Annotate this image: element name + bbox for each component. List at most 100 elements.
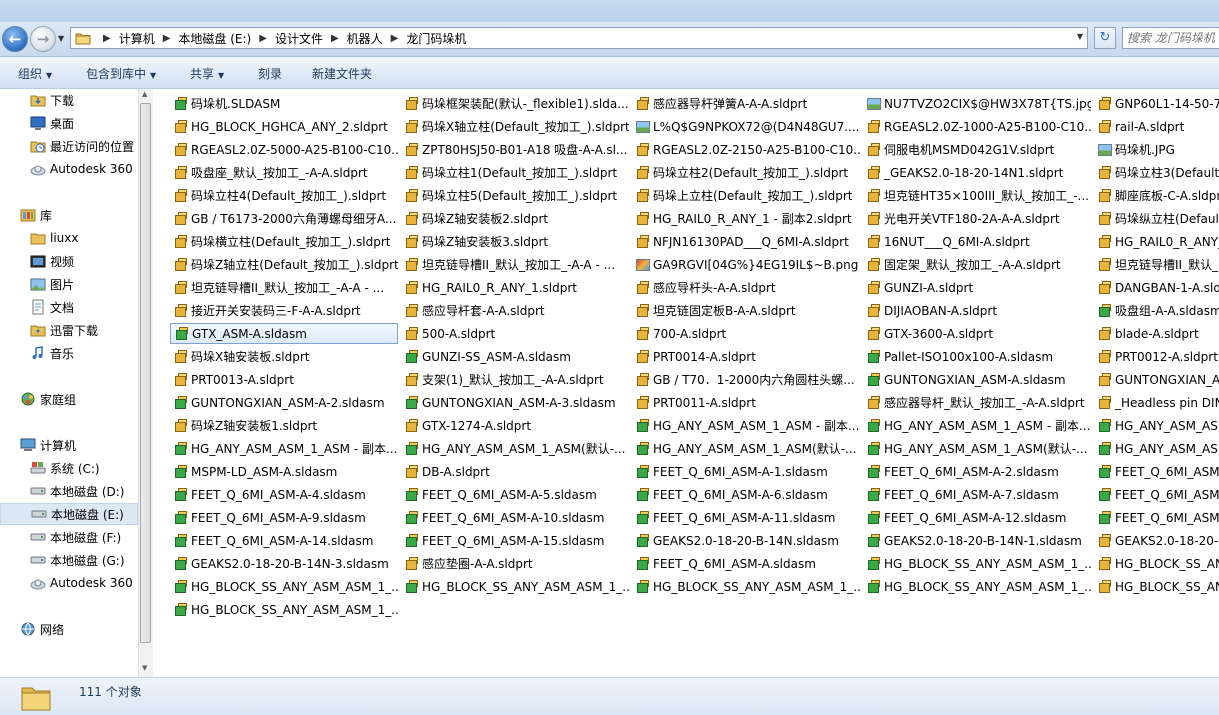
- refresh-button[interactable]: ↻: [1094, 27, 1116, 49]
- file-item[interactable]: 码垛Z轴安装板1.sldprt: [170, 415, 398, 436]
- include-in-library-menu[interactable]: 包含到库中 ▼: [86, 65, 156, 82]
- breadcrumb-separator-icon[interactable]: ▶: [331, 33, 339, 44]
- file-item[interactable]: GA9RGVI[04G%}4EG19IL$~B.png: [632, 254, 860, 275]
- file-item[interactable]: PRT0013-A.sldprt: [170, 369, 398, 390]
- file-item[interactable]: 码垛立柱5(Default_按加工_).sldprt: [401, 185, 629, 206]
- file-item[interactable]: GEAKS2.0-18-20-B-14N.sldasm: [632, 530, 860, 551]
- file-item[interactable]: 码垛上立柱(Default_按加工_).sldprt: [632, 185, 860, 206]
- file-item[interactable]: 码垛Z轴安装板3.sldprt: [401, 231, 629, 252]
- file-item[interactable]: DB-A.sldprt: [401, 461, 629, 482]
- nav-item[interactable]: 音乐: [0, 342, 138, 364]
- file-item[interactable]: NFJN16130PAD___Q_6MI-A.sldprt: [632, 231, 860, 252]
- scrollbar-thumb[interactable]: [140, 103, 151, 643]
- file-item[interactable]: RGEASL2.0Z-5000-A25-B100-C10...: [170, 139, 398, 160]
- file-item[interactable]: HG_RAIL0_R_ANY_1 - 副本2.sldprt: [632, 208, 860, 229]
- file-item[interactable]: 感应器导杆_默认_按加工_-A-A.sldprt: [863, 392, 1091, 413]
- breadcrumb-separator-icon[interactable]: ▶: [103, 33, 111, 44]
- file-item[interactable]: GB / T70．1-2000内六角圆柱头螺...: [632, 369, 860, 390]
- file-item[interactable]: GNP60L1-14-50-7: [1094, 93, 1219, 114]
- file-item[interactable]: 码垛框架装配(默认-_flexible1).slda...: [401, 93, 629, 114]
- file-item[interactable]: 感应导杆套-A-A.sldprt: [401, 300, 629, 321]
- file-item[interactable]: FEET_Q_6MI_ASM-A-4.sldasm: [170, 484, 398, 505]
- file-item[interactable]: 坦克链导槽II_默认_按加工_-A-A - ...: [170, 277, 398, 298]
- file-item[interactable]: DIJIAOBAN-A.sldprt: [863, 300, 1091, 321]
- new-folder-button[interactable]: 新建文件夹: [312, 65, 372, 82]
- file-item[interactable]: 坦克链导槽II_默认_: [1094, 254, 1219, 275]
- breadcrumb-item[interactable]: 本地磁盘 (E:): [178, 30, 251, 47]
- file-item[interactable]: 坦克链固定板B-A-A.sldprt: [632, 300, 860, 321]
- address-box[interactable]: ▶ 计算机 ▶ 本地磁盘 (E:) ▶ 设计文件 ▶ 机器人 ▶ 龙门码垛机 ▼: [70, 27, 1088, 49]
- file-item[interactable]: HG_BLOCK_SS_ANY_ASM_ASM_1_...: [170, 576, 398, 597]
- file-item[interactable]: 接近开关安装码三-F-A-A.sldprt: [170, 300, 398, 321]
- file-item[interactable]: HG_BLOCK_SS_ANY_ASM_ASM_1_...: [863, 553, 1091, 574]
- file-item[interactable]: 码垛Z轴立柱(Default_按加工_).sldprt: [170, 254, 398, 275]
- file-item[interactable]: 光电开关VTF180-2A-A-A.sldprt: [863, 208, 1091, 229]
- breadcrumb-item[interactable]: 龙门码垛机: [406, 30, 466, 47]
- breadcrumb-item[interactable]: 设计文件: [275, 30, 323, 47]
- file-item[interactable]: GUNTONGXIAN_A: [1094, 369, 1219, 390]
- file-item[interactable]: 固定架_默认_按加工_-A-A.sldprt: [863, 254, 1091, 275]
- file-item[interactable]: 吸盘组-A-A.sldasm: [1094, 300, 1219, 321]
- nav-item[interactable]: 本地磁盘 (F:): [0, 526, 138, 548]
- file-item[interactable]: FEET_Q_6MI_ASM-A.sldasm: [632, 553, 860, 574]
- nav-item[interactable]: 下载: [0, 89, 138, 111]
- file-item[interactable]: Pallet-ISO100x100-A.sldasm: [863, 346, 1091, 367]
- file-item[interactable]: GUNZI-SS_ASM-A.sldasm: [401, 346, 629, 367]
- file-item[interactable]: 伺服电机MSMD042G1V.sldprt: [863, 139, 1091, 160]
- file-item[interactable]: NU7TVZO2CIX$@HW3X78T{TS.jpg: [863, 93, 1091, 114]
- file-item[interactable]: FEET_Q_6MI_ASM-A-7.sldasm: [863, 484, 1091, 505]
- file-item[interactable]: FEET_Q_6MI_ASM-: [1094, 484, 1219, 505]
- breadcrumb-separator-icon[interactable]: ▶: [259, 33, 267, 44]
- file-item[interactable]: 码垛立柱2(Default_按加工_).sldprt: [632, 162, 860, 183]
- file-item[interactable]: HG_RAIL0_R_ANY_1.sldprt: [401, 277, 629, 298]
- file-item[interactable]: HG_ANY_ASM_ASM_1_ASM - 副本...: [170, 438, 398, 459]
- file-item[interactable]: HG_RAIL0_R_ANY_: [1094, 231, 1219, 252]
- address-dropdown-icon[interactable]: ▼: [1077, 32, 1083, 41]
- file-item[interactable]: 码垛立柱3(Default_: [1094, 162, 1219, 183]
- file-item[interactable]: FEET_Q_6MI_ASM-A-15.sldasm: [401, 530, 629, 551]
- file-item[interactable]: 脚座底板-C-A.sldpr: [1094, 185, 1219, 206]
- file-item[interactable]: _Headless pin DIN: [1094, 392, 1219, 413]
- scroll-down-icon[interactable]: ▼: [142, 664, 147, 672]
- breadcrumb-separator-icon[interactable]: ▶: [163, 33, 171, 44]
- file-item[interactable]: GEAKS2.0-18-20-E: [1094, 530, 1219, 551]
- file-item[interactable]: FEET_Q_6MI_ASM-A-1.sldasm: [632, 461, 860, 482]
- file-item[interactable]: PRT0012-A.sldprt: [1094, 346, 1219, 367]
- burn-button[interactable]: 刻录: [258, 65, 282, 82]
- file-item[interactable]: 感应垫圈-A-A.sldprt: [401, 553, 629, 574]
- back-button[interactable]: ←: [2, 26, 28, 52]
- file-item[interactable]: HG_BLOCK_SS_ANY_ASM_ASM_1_...: [632, 576, 860, 597]
- file-item[interactable]: GTX-3600-A.sldprt: [863, 323, 1091, 344]
- file-item[interactable]: 感应导杆头-A-A.sldprt: [632, 277, 860, 298]
- file-item[interactable]: HG_ANY_ASM_ASM_1_ASM - 副本...: [632, 415, 860, 436]
- nav-item[interactable]: 本地磁盘 (D:): [0, 480, 138, 502]
- file-item[interactable]: HG_BLOCK_HGHCA_ANY_2.sldprt: [170, 116, 398, 137]
- file-item[interactable]: HG_ANY_ASM_ASM_1_ASM - 副本...: [863, 415, 1091, 436]
- file-item[interactable]: 500-A.sldprt: [401, 323, 629, 344]
- file-item[interactable]: 吸盘座_默认_按加工_-A-A.sldprt: [170, 162, 398, 183]
- file-item[interactable]: 码垛Z轴安装板2.sldprt: [401, 208, 629, 229]
- file-item[interactable]: FEET_Q_6MI_ASM-A-10.sldasm: [401, 507, 629, 528]
- file-item[interactable]: 码垛横立柱(Default_按加工_).sldprt: [170, 231, 398, 252]
- breadcrumb-item[interactable]: 机器人: [347, 30, 383, 47]
- file-item[interactable]: HG_ANY_ASM_ASM_1_ASM(默认-...: [401, 438, 629, 459]
- file-item[interactable]: 码垛X轴立柱(Default_按加工_).sldprt: [401, 116, 629, 137]
- file-item[interactable]: FEET_Q_6MI_ASM-A-12.sldasm: [863, 507, 1091, 528]
- file-item[interactable]: 坦克链导槽II_默认_按加工_-A-A - ...: [401, 254, 629, 275]
- file-item[interactable]: HG_BLOCK_SS_ANY_ASM_ASM_1_...: [170, 599, 398, 620]
- breadcrumb-separator-icon[interactable]: ▶: [391, 33, 399, 44]
- file-item[interactable]: MSPM-LD_ASM-A.sldasm: [170, 461, 398, 482]
- file-item[interactable]: HG_BLOCK_SS_AN: [1094, 576, 1219, 597]
- file-item[interactable]: FEET_Q_6MI_ASM-A-2.sldasm: [863, 461, 1091, 482]
- nav-item[interactable]: 家庭组: [0, 388, 138, 410]
- file-item[interactable]: ZPT80HSJ50-B01-A18 吸盘-A-A.sl...: [401, 139, 629, 160]
- history-dropdown-icon[interactable]: ▼: [58, 34, 66, 44]
- breadcrumb-item[interactable]: 计算机: [119, 30, 155, 47]
- file-item[interactable]: GUNZI-A.sldprt: [863, 277, 1091, 298]
- file-item[interactable]: blade-A.sldprt: [1094, 323, 1219, 344]
- nav-item[interactable]: 库: [0, 204, 138, 226]
- file-item[interactable]: FEET_Q_6MI_ASM-A-11.sldasm: [632, 507, 860, 528]
- nav-item[interactable]: 图片: [0, 273, 138, 295]
- file-item[interactable]: GEAKS2.0-18-20-B-14N-1.sldasm: [863, 530, 1091, 551]
- file-item[interactable]: FEET_Q_6MI_ASM-A-6.sldasm: [632, 484, 860, 505]
